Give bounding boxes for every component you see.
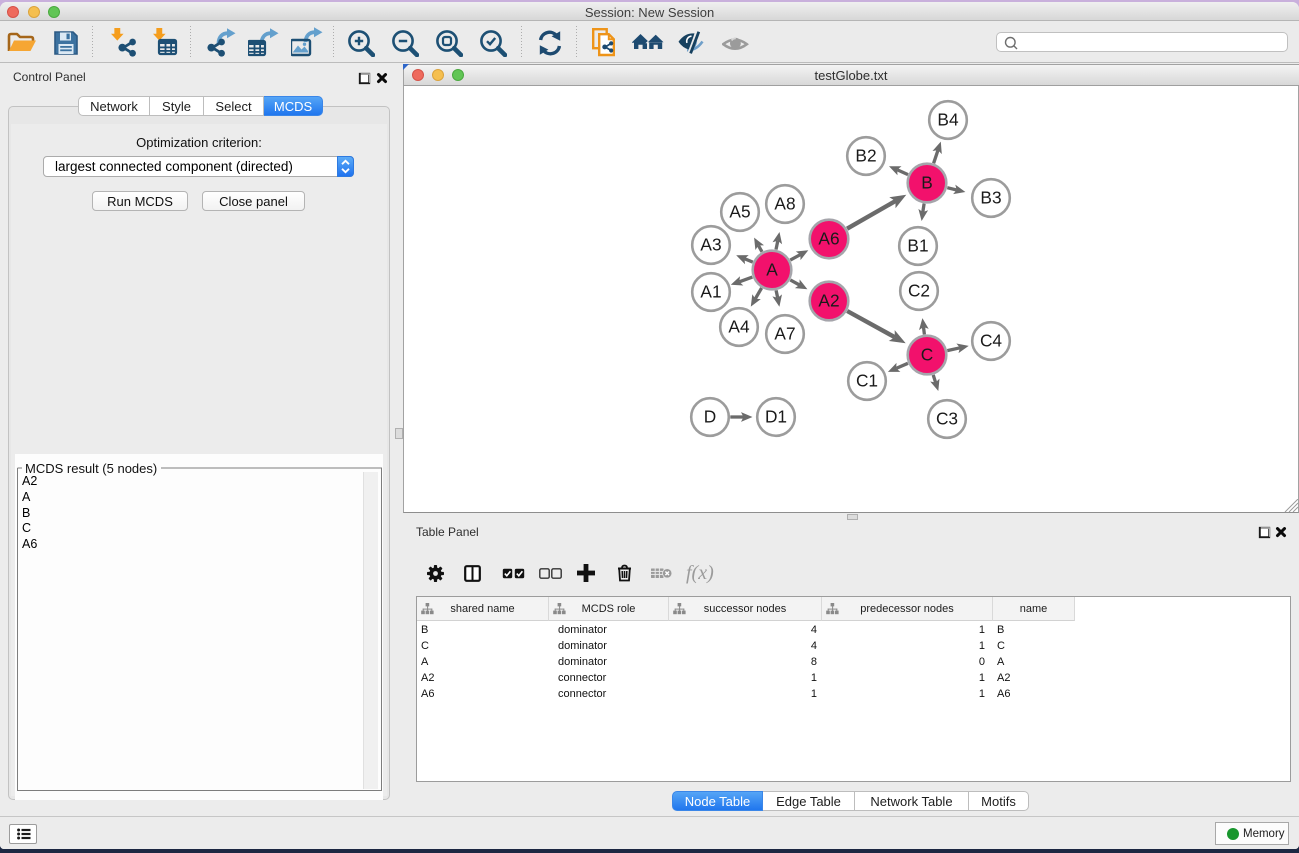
svg-text:A2: A2 bbox=[818, 291, 839, 311]
svg-text:B: B bbox=[921, 173, 933, 193]
svg-text:C4: C4 bbox=[980, 331, 1002, 351]
svg-text:C1: C1 bbox=[856, 371, 878, 391]
svg-text:A5: A5 bbox=[729, 202, 750, 222]
svg-text:C: C bbox=[921, 345, 933, 365]
svg-text:A1: A1 bbox=[700, 282, 721, 302]
svg-text:C2: C2 bbox=[908, 281, 930, 301]
svg-text:C3: C3 bbox=[936, 409, 958, 429]
svg-text:A3: A3 bbox=[700, 235, 721, 255]
svg-text:B1: B1 bbox=[907, 236, 928, 256]
svg-text:B3: B3 bbox=[980, 188, 1001, 208]
svg-text:A6: A6 bbox=[818, 229, 839, 249]
svg-text:A7: A7 bbox=[774, 324, 795, 344]
svg-text:D: D bbox=[704, 407, 716, 427]
svg-text:A4: A4 bbox=[728, 317, 750, 337]
svg-text:D1: D1 bbox=[765, 407, 787, 427]
svg-text:A: A bbox=[766, 260, 778, 280]
svg-text:B2: B2 bbox=[855, 146, 876, 166]
svg-text:A8: A8 bbox=[774, 194, 795, 214]
svg-text:B4: B4 bbox=[937, 110, 959, 130]
